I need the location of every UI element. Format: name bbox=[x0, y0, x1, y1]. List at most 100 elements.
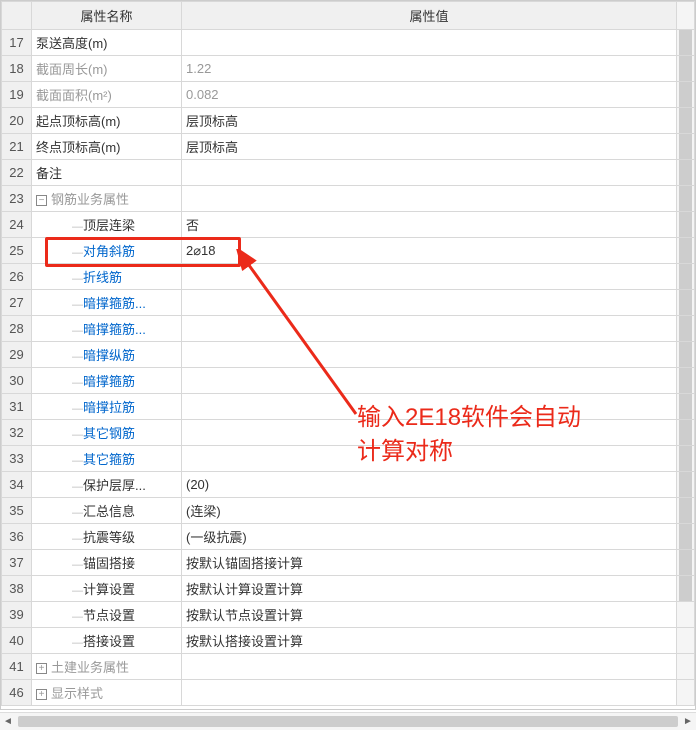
property-name[interactable]: — 其它钢筋 bbox=[32, 420, 182, 446]
property-name[interactable]: — 汇总信息 bbox=[32, 498, 182, 524]
vscroll-cell[interactable] bbox=[677, 264, 695, 290]
header-name[interactable]: 属性名称 bbox=[32, 2, 182, 30]
vscroll-cell[interactable] bbox=[677, 30, 695, 56]
hscroll-left-arrow[interactable]: ◄ bbox=[0, 713, 16, 730]
property-name[interactable]: — 其它箍筋 bbox=[32, 446, 182, 472]
vscroll-cell[interactable] bbox=[677, 212, 695, 238]
property-name[interactable]: — 暗撑拉筋 bbox=[32, 394, 182, 420]
property-value[interactable] bbox=[182, 680, 677, 706]
vscroll-thumb[interactable] bbox=[679, 186, 692, 212]
table-row[interactable]: 41+土建业务属性 bbox=[2, 654, 695, 680]
table-row[interactable]: 18截面周长(m)1.22 bbox=[2, 56, 695, 82]
property-value[interactable]: 否 bbox=[182, 212, 677, 238]
table-row[interactable]: 26— 折线筋 bbox=[2, 264, 695, 290]
property-value[interactable] bbox=[182, 394, 677, 420]
property-value[interactable]: 按默认节点设置计算 bbox=[182, 602, 677, 628]
property-value[interactable]: (连梁) bbox=[182, 498, 677, 524]
property-name[interactable]: −钢筋业务属性 bbox=[32, 186, 182, 212]
property-name[interactable]: 泵送高度(m) bbox=[32, 30, 182, 56]
table-row[interactable]: 27— 暗撑箍筋... bbox=[2, 290, 695, 316]
vscroll-thumb[interactable] bbox=[679, 264, 692, 290]
vscroll-thumb[interactable] bbox=[679, 212, 692, 238]
expand-icon[interactable]: + bbox=[36, 689, 47, 700]
property-name[interactable]: — 节点设置 bbox=[32, 602, 182, 628]
vscroll-cell[interactable] bbox=[677, 420, 695, 446]
vscroll-thumb[interactable] bbox=[679, 238, 692, 264]
vscroll-cell[interactable] bbox=[677, 550, 695, 576]
vscroll-cell[interactable] bbox=[677, 446, 695, 472]
vscroll-thumb[interactable] bbox=[679, 160, 692, 186]
property-value[interactable]: 按默认锚固搭接计算 bbox=[182, 550, 677, 576]
property-name[interactable]: — 暗撑箍筋... bbox=[32, 316, 182, 342]
hscroll-track[interactable] bbox=[16, 713, 680, 730]
property-name[interactable]: 截面面积(m²) bbox=[32, 82, 182, 108]
table-row[interactable]: 20起点顶标高(m)层顶标高 bbox=[2, 108, 695, 134]
vscroll-cell[interactable] bbox=[677, 82, 695, 108]
property-value[interactable] bbox=[182, 186, 677, 212]
vscroll-thumb[interactable] bbox=[679, 420, 692, 446]
table-row[interactable]: 38— 计算设置按默认计算设置计算 bbox=[2, 576, 695, 602]
property-value[interactable]: 0.082 bbox=[182, 82, 677, 108]
table-row[interactable]: 32— 其它钢筋 bbox=[2, 420, 695, 446]
vscroll-cell[interactable] bbox=[677, 342, 695, 368]
vscroll-cell[interactable] bbox=[677, 498, 695, 524]
table-row[interactable]: 31— 暗撑拉筋 bbox=[2, 394, 695, 420]
property-value[interactable]: 层顶标高 bbox=[182, 108, 677, 134]
property-value[interactable] bbox=[182, 264, 677, 290]
property-name[interactable]: — 顶层连梁 bbox=[32, 212, 182, 238]
vscroll-cell[interactable] bbox=[677, 160, 695, 186]
vscroll-cell[interactable] bbox=[677, 576, 695, 602]
table-row[interactable]: 35— 汇总信息(连梁) bbox=[2, 498, 695, 524]
vscroll-cell[interactable] bbox=[677, 524, 695, 550]
vscroll-cell[interactable] bbox=[677, 108, 695, 134]
vscroll-cell[interactable] bbox=[677, 628, 695, 654]
property-name[interactable]: — 暗撑箍筋... bbox=[32, 290, 182, 316]
vscroll-thumb[interactable] bbox=[679, 342, 692, 368]
property-value[interactable] bbox=[182, 342, 677, 368]
property-name[interactable]: — 折线筋 bbox=[32, 264, 182, 290]
table-row[interactable]: 28— 暗撑箍筋... bbox=[2, 316, 695, 342]
table-row[interactable]: 34— 保护层厚...(20) bbox=[2, 472, 695, 498]
vscroll-thumb[interactable] bbox=[679, 472, 692, 498]
property-value[interactable]: 按默认计算设置计算 bbox=[182, 576, 677, 602]
property-name[interactable]: — 暗撑箍筋 bbox=[32, 368, 182, 394]
vscroll-thumb[interactable] bbox=[679, 108, 692, 134]
table-row[interactable]: 39— 节点设置按默认节点设置计算 bbox=[2, 602, 695, 628]
vscroll-thumb[interactable] bbox=[679, 394, 692, 420]
property-name[interactable]: — 抗震等级 bbox=[32, 524, 182, 550]
property-value[interactable] bbox=[182, 368, 677, 394]
collapse-icon[interactable]: − bbox=[36, 195, 47, 206]
horizontal-scrollbar[interactable]: ◄ ► bbox=[0, 712, 696, 730]
property-name[interactable]: — 计算设置 bbox=[32, 576, 182, 602]
table-row[interactable]: 17泵送高度(m) bbox=[2, 30, 695, 56]
vscroll-thumb[interactable] bbox=[679, 550, 692, 576]
vscroll-cell[interactable] bbox=[677, 290, 695, 316]
table-row[interactable]: 36— 抗震等级(一级抗震) bbox=[2, 524, 695, 550]
vscroll-cell[interactable] bbox=[677, 368, 695, 394]
property-name[interactable]: — 对角斜筋 bbox=[32, 238, 182, 264]
property-name[interactable]: +土建业务属性 bbox=[32, 654, 182, 680]
vscroll-cell[interactable] bbox=[677, 56, 695, 82]
property-name[interactable]: 起点顶标高(m) bbox=[32, 108, 182, 134]
vscroll-thumb[interactable] bbox=[679, 30, 692, 56]
vscroll-cell[interactable] bbox=[677, 186, 695, 212]
property-name[interactable]: 备注 bbox=[32, 160, 182, 186]
property-name[interactable]: — 暗撑纵筋 bbox=[32, 342, 182, 368]
property-value[interactable] bbox=[182, 316, 677, 342]
property-value[interactable] bbox=[182, 30, 677, 56]
table-row[interactable]: 24— 顶层连梁否 bbox=[2, 212, 695, 238]
table-row[interactable]: 29— 暗撑纵筋 bbox=[2, 342, 695, 368]
vscroll-thumb[interactable] bbox=[679, 56, 692, 82]
property-name[interactable]: 截面周长(m) bbox=[32, 56, 182, 82]
property-value[interactable] bbox=[182, 420, 677, 446]
vscroll-thumb[interactable] bbox=[679, 290, 692, 316]
vscroll-thumb[interactable] bbox=[679, 368, 692, 394]
vscroll-cell[interactable] bbox=[677, 238, 695, 264]
vscroll-thumb[interactable] bbox=[679, 134, 692, 160]
property-value[interactable] bbox=[182, 654, 677, 680]
vscroll-thumb[interactable] bbox=[679, 446, 692, 472]
table-row[interactable]: 30— 暗撑箍筋 bbox=[2, 368, 695, 394]
vscroll-cell[interactable] bbox=[677, 654, 695, 680]
property-name[interactable]: — 搭接设置 bbox=[32, 628, 182, 654]
property-value[interactable]: 按默认搭接设置计算 bbox=[182, 628, 677, 654]
